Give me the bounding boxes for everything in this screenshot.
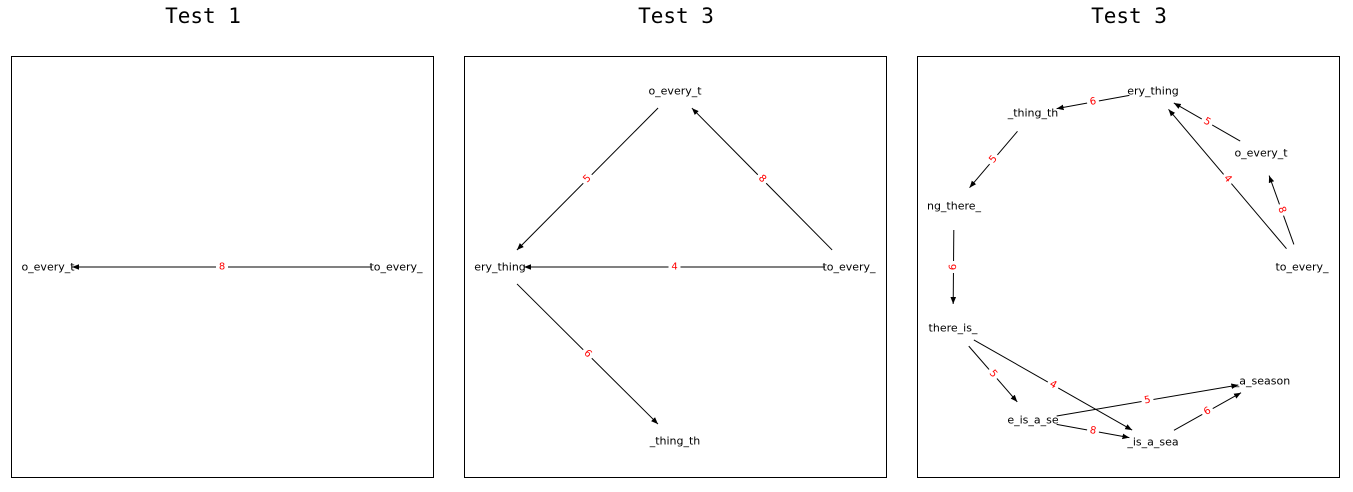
node-label: to_every_ [369, 261, 423, 274]
edges-layer [72, 94, 1295, 440]
node-label: o_every_t [21, 261, 75, 274]
node-label: _is_a_sea [1126, 436, 1178, 449]
node-label: ng_there_ [927, 200, 982, 213]
node-label: _thing_th [649, 435, 701, 448]
edge-weight-label: 4 [671, 262, 677, 273]
edge-weight-label: 6 [948, 264, 959, 270]
edge-weight-label: 8 [219, 262, 225, 273]
node-label: ery_thing [474, 261, 526, 274]
node-label: to_every_ [822, 261, 876, 274]
node-label: there_is_ [929, 322, 978, 335]
node-label: ery_thing [1127, 85, 1179, 98]
node-label: o_every_t [648, 85, 702, 98]
node-label: _a_season [1233, 375, 1290, 388]
node-label: to_every_ [1275, 261, 1329, 274]
node-label: e_is_a_se [1007, 414, 1059, 427]
graph-diagrams: 8o_every_t to_every_5 846o_every_tery_thin… [11, 56, 1340, 478]
labels-layer: 8o_every_t to_every_5 846o_every_tery_thin… [21, 85, 1329, 449]
node-label: o_every_t [1234, 147, 1288, 160]
edge-weight-label: 5 [987, 368, 999, 380]
node-label: _thing_th [1007, 107, 1059, 120]
